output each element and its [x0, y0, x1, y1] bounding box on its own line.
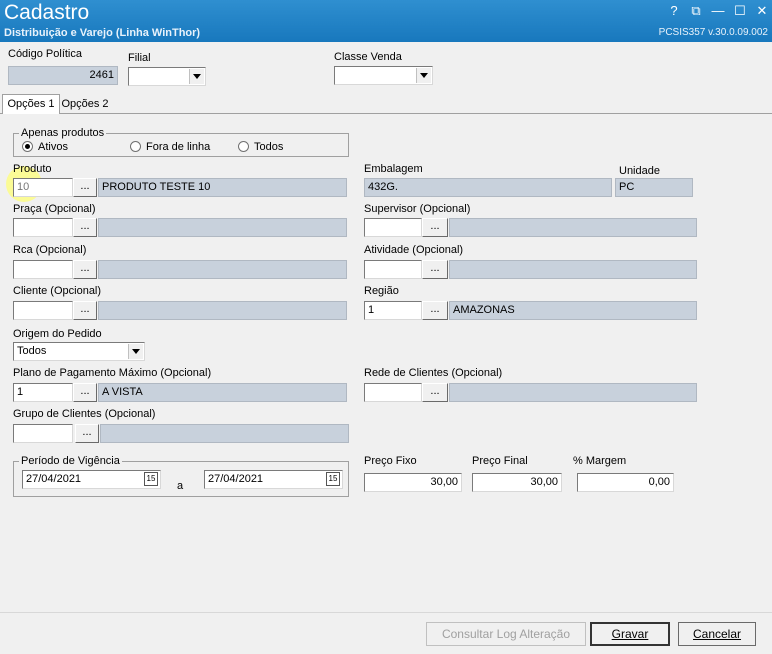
vigencia-end-value: 27/04/2021 [208, 473, 264, 485]
grupo-desc-field [100, 424, 349, 443]
origem-pedido-label: Origem do Pedido [13, 328, 102, 340]
praca-code-input[interactable] [13, 218, 73, 237]
atividade-desc-field [449, 260, 697, 279]
rede-desc-field [449, 383, 697, 402]
calendar-icon[interactable]: 15 [144, 472, 158, 486]
praca-search-button[interactable]: ... [73, 218, 97, 237]
preco-fixo-label: Preço Fixo [364, 455, 417, 467]
radio-ativos-label: Ativos [38, 141, 68, 153]
preco-final-label: Preço Final [472, 455, 528, 467]
margem-label: % Margem [573, 455, 627, 467]
radio-fora-de-linha-label: Fora de linha [146, 141, 211, 153]
tab-opcoes-2[interactable]: Opções 2 [59, 97, 111, 113]
cliente-code-input[interactable] [13, 301, 73, 320]
supervisor-search-button[interactable]: ... [422, 218, 448, 237]
plano-code-input[interactable]: 1 [13, 383, 73, 402]
atividade-code-input[interactable] [364, 260, 422, 279]
window-title: Cadastro [4, 1, 90, 24]
praca-label: Praça (Opcional) [13, 203, 96, 215]
consultar-log-button[interactable]: Consultar Log Alteração [426, 622, 586, 646]
radio-todos-label: Todos [254, 141, 284, 153]
classe-venda-label: Classe Venda [334, 51, 402, 63]
cliente-label: Cliente (Opcional) [13, 285, 102, 297]
plano-desc-field: A VISTA [98, 383, 347, 402]
calendar-icon[interactable]: 15 [326, 472, 340, 486]
radio-todos[interactable] [238, 141, 249, 152]
codigo-politica-field: 2461 [8, 66, 118, 85]
vigencia-separator: a [177, 480, 184, 492]
regiao-desc-field: AMAZONAS [449, 301, 697, 320]
produto-label: Produto [13, 163, 52, 175]
plano-pagamento-label: Plano de Pagamento Máximo (Opcional) [13, 367, 212, 379]
produto-code-input[interactable]: 10 [13, 178, 73, 197]
window-subtitle: Distribuição e Varejo (Linha WinThor) [4, 27, 201, 39]
title-bar: Cadastro Distribuição e Varejo (Linha Wi… [0, 0, 772, 42]
help-icon[interactable]: ? [664, 2, 684, 20]
footer-divider [0, 612, 772, 613]
margem-input[interactable]: 0,00 [577, 473, 674, 492]
preco-fixo-input[interactable]: 30,00 [364, 473, 462, 492]
chevron-down-icon[interactable] [128, 344, 143, 359]
radio-fora-de-linha[interactable] [130, 141, 141, 152]
rca-code-input[interactable] [13, 260, 73, 279]
atividade-label: Atividade (Opcional) [364, 244, 464, 256]
supervisor-desc-field [449, 218, 697, 237]
embalagem-field: 432G. [364, 178, 612, 197]
rca-desc-field [98, 260, 347, 279]
codigo-politica-label: Código Política [8, 48, 82, 60]
unidade-label: Unidade [619, 165, 660, 177]
version-label: PCSIS357 v.30.0.09.002 [658, 27, 768, 38]
produto-desc-field: PRODUTO TESTE 10 [98, 178, 347, 197]
rca-search-button[interactable]: ... [73, 260, 97, 279]
radio-ativos[interactable] [22, 141, 33, 152]
gravar-label: Gravar [611, 627, 649, 641]
cliente-search-button[interactable]: ... [73, 301, 97, 320]
apenas-produtos-title: Apenas produtos [19, 127, 107, 139]
vigencia-start-value: 27/04/2021 [26, 473, 82, 485]
minimize-icon[interactable]: — [708, 2, 728, 20]
chevron-down-icon[interactable] [189, 69, 204, 84]
maximize-icon[interactable]: ☐ [730, 2, 750, 20]
embalagem-label: Embalagem [364, 163, 423, 175]
filial-label: Filial [128, 52, 151, 64]
origem-pedido-select[interactable]: Todos [13, 342, 145, 361]
vigencia-start-input[interactable]: 27/04/2021 15 [22, 470, 161, 489]
unidade-field: PC [615, 178, 693, 197]
preco-final-input[interactable]: 30,00 [472, 473, 562, 492]
supervisor-label: Supervisor (Opcional) [364, 203, 471, 215]
vigencia-title: Período de Vigência [19, 455, 122, 467]
grupo-code-input[interactable] [13, 424, 73, 443]
grupo-clientes-label: Grupo de Clientes (Opcional) [13, 408, 156, 420]
restore-icon[interactable]: ⧉ [686, 2, 706, 20]
chevron-down-icon[interactable] [416, 68, 431, 83]
regiao-code-input[interactable]: 1 [364, 301, 422, 320]
regiao-label: Região [364, 285, 399, 297]
rede-search-button[interactable]: ... [422, 383, 448, 402]
origem-pedido-value: Todos [17, 345, 47, 357]
cancelar-label: Cancelar [692, 627, 742, 641]
atividade-search-button[interactable]: ... [422, 260, 448, 279]
cancelar-button[interactable]: Cancelar [678, 622, 756, 646]
rede-code-input[interactable] [364, 383, 422, 402]
plano-search-button[interactable]: ... [73, 383, 97, 402]
filial-select[interactable] [128, 67, 206, 86]
classe-venda-select[interactable] [334, 66, 433, 85]
rca-label: Rca (Opcional) [13, 244, 87, 256]
supervisor-code-input[interactable] [364, 218, 422, 237]
gravar-button[interactable]: Gravar [590, 622, 670, 646]
praca-desc-field [98, 218, 347, 237]
rede-clientes-label: Rede de Clientes (Opcional) [364, 367, 503, 379]
cliente-desc-field [98, 301, 347, 320]
tab-opcoes-1[interactable]: Opções 1 [2, 94, 60, 115]
produto-search-button[interactable]: ... [73, 178, 97, 197]
regiao-search-button[interactable]: ... [422, 301, 448, 320]
grupo-search-button[interactable]: ... [75, 424, 99, 443]
vigencia-end-input[interactable]: 27/04/2021 15 [204, 470, 343, 489]
close-icon[interactable]: ✕ [752, 2, 772, 20]
